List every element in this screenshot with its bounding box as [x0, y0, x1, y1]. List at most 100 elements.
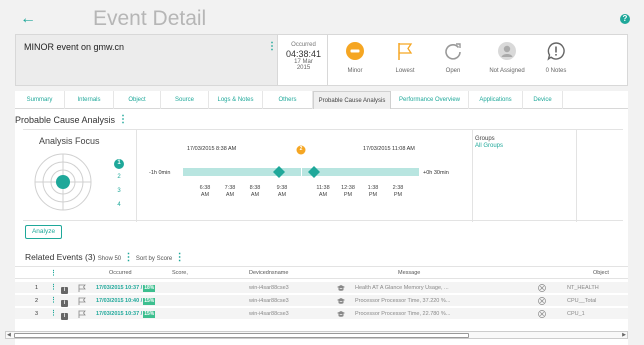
- severity-label: Minor: [347, 68, 363, 74]
- severity-stat[interactable]: Minor: [334, 35, 376, 85]
- row-message: Health AT A Glance Memory Usage, ...: [355, 285, 449, 291]
- tick-8: 2:38 PM: [392, 185, 404, 198]
- timeline-marker-count: 2: [299, 146, 303, 152]
- column-object[interactable]: Object: [593, 267, 609, 280]
- tab-device[interactable]: Device: [523, 91, 563, 109]
- column-score[interactable]: Score,: [172, 267, 188, 280]
- row-device: win-i4sar88cse3: [249, 298, 289, 304]
- table-row[interactable]: 1 ⋮ i 17/03/2015 10:37 /18% win-i4sar88c…: [15, 282, 628, 294]
- exclamation-bubble-icon: [547, 42, 565, 61]
- row-occurred[interactable]: 17/03/2015 10:37 /18%: [96, 282, 156, 294]
- timeline-start-date: 17/03/2015 8:38 AM: [187, 146, 237, 152]
- columns-menu-icon[interactable]: ⋮: [50, 267, 57, 280]
- sort-menu-icon[interactable]: ⋮: [175, 252, 185, 263]
- tab-internals[interactable]: Internals: [65, 91, 114, 109]
- level-1[interactable]: 1: [114, 160, 124, 166]
- row-message: Processor Processor Time, 22.780 %...: [355, 311, 451, 317]
- show-menu-icon[interactable]: ⋮: [124, 252, 134, 263]
- close-circle-icon[interactable]: [538, 284, 546, 292]
- column-message[interactable]: Message: [398, 267, 420, 280]
- occurred-block: Occurred 04:38:41 17 Mar 2015: [280, 35, 328, 85]
- divider: [472, 130, 473, 222]
- analysis-focus-title: Analysis Focus: [39, 136, 100, 146]
- tab-source[interactable]: Source: [161, 91, 209, 109]
- row-occurred[interactable]: 17/03/2015 10:37 /15%: [96, 308, 156, 320]
- scroll-right-icon[interactable]: ▶: [622, 332, 626, 338]
- flag-icon: [398, 43, 413, 60]
- close-circle-icon[interactable]: [538, 297, 546, 305]
- timeline-end-date: 17/03/2015 11:08 AM: [363, 146, 415, 152]
- timeline-start-handle[interactable]: [273, 166, 285, 178]
- tick-3: 8:38 AM: [249, 185, 261, 198]
- divider: [136, 130, 137, 222]
- table-row[interactable]: 3 ⋮ i 17/03/2015 10:37 /15% win-i4sar88c…: [15, 308, 628, 320]
- tab-others[interactable]: Others: [263, 91, 313, 109]
- flag-icon[interactable]: [78, 284, 86, 292]
- help-icon[interactable]: ?: [620, 14, 630, 24]
- section-menu-icon[interactable]: ⋮: [118, 114, 128, 125]
- tab-logs-notes[interactable]: Logs & Notes: [209, 91, 263, 109]
- row-menu-icon[interactable]: ⋮: [50, 308, 57, 320]
- page-title: Event Detail: [93, 7, 207, 30]
- tab-performance-overview[interactable]: Performance Overview: [391, 91, 469, 109]
- row-message: Processor Processor Time, 37.220 %...: [355, 298, 451, 304]
- timeline-end-handle[interactable]: [308, 166, 320, 178]
- close-circle-icon[interactable]: [538, 310, 546, 318]
- row-object: CPU_1: [567, 311, 585, 317]
- related-events-header: Related Events (3) Show 50 ⋮ Sort by Sco…: [25, 252, 185, 263]
- level-2[interactable]: 2: [114, 174, 124, 180]
- row-menu-icon[interactable]: ⋮: [50, 282, 57, 294]
- level-3[interactable]: 3: [114, 188, 124, 194]
- column-devicednsname[interactable]: Devicednsname: [249, 267, 288, 280]
- score-badge: 18%: [143, 285, 156, 292]
- priority-label: Lowest: [395, 68, 415, 74]
- flag-icon[interactable]: [78, 297, 86, 305]
- graduation-cap-icon: [337, 311, 345, 317]
- table-row[interactable]: 2 ⋮ i 17/03/2015 10:40 /15% win-i4sar88c…: [15, 295, 628, 307]
- probable-cause-panel: Probable Cause Analysis ⋮ Analysis Focus…: [15, 109, 628, 345]
- tab-applications[interactable]: Applications: [469, 91, 523, 109]
- timeline-left-label: -1h 0min: [149, 170, 171, 176]
- minus-circle-icon: [346, 42, 364, 60]
- table-header: ⋮ Occurred Score, Devicednsname Message …: [15, 266, 628, 279]
- horizontal-scrollbar[interactable]: ◀ ▶: [5, 331, 628, 339]
- back-arrow-icon[interactable]: ←: [20, 10, 36, 28]
- scrollbar-thumb[interactable]: [14, 333, 469, 338]
- tab-object[interactable]: Object: [114, 91, 161, 109]
- sort-by[interactable]: Sort by Score: [136, 256, 172, 262]
- info-icon[interactable]: i: [61, 310, 68, 322]
- tick-6: 12:38 PM: [341, 185, 355, 198]
- tab-summary[interactable]: Summary: [15, 91, 65, 109]
- graduation-cap-icon: [337, 285, 345, 291]
- assignee-stat[interactable]: Not Assigned: [478, 35, 536, 85]
- tab-probable-cause-analysis[interactable]: Probable Cause Analysis: [313, 91, 391, 109]
- flag-icon[interactable]: [78, 310, 86, 318]
- row-number: 3: [35, 311, 39, 317]
- section-title: Probable Cause Analysis: [15, 115, 116, 125]
- row-occurred[interactable]: 17/03/2015 10:40 /15%: [96, 295, 156, 307]
- focus-dot-icon: [56, 175, 70, 189]
- timeline-track[interactable]: [183, 164, 420, 180]
- score-badge: 15%: [143, 311, 156, 318]
- scroll-left-icon[interactable]: ◀: [7, 332, 11, 338]
- occurred-year: 2015: [296, 65, 311, 71]
- level-4[interactable]: 4: [114, 202, 124, 208]
- graduation-cap-icon: [337, 298, 345, 304]
- row-object: NT_HEALTH: [567, 285, 599, 291]
- event-detail-page: ← Event Detail ? MINOR event on gmw.cn ⋮…: [0, 0, 644, 345]
- related-events-title: Related Events (3): [25, 252, 96, 262]
- notes-label: 0 Notes: [545, 68, 567, 74]
- priority-stat[interactable]: Lowest: [383, 35, 427, 85]
- groups-link[interactable]: All Groups: [475, 143, 503, 149]
- show-count[interactable]: Show 50: [98, 256, 121, 262]
- row-menu-icon[interactable]: ⋮: [50, 295, 57, 307]
- event-name: MINOR event on gmw.cn: [24, 42, 125, 52]
- event-name-panel: MINOR event on gmw.cn ⋮: [16, 35, 278, 85]
- column-occurred[interactable]: Occurred: [109, 267, 132, 280]
- notes-stat[interactable]: 0 Notes: [536, 35, 576, 85]
- analyze-button[interactable]: Analyze: [25, 225, 62, 239]
- status-stat[interactable]: Open: [434, 35, 472, 85]
- score-badge: 15%: [143, 298, 156, 305]
- event-menu-icon[interactable]: ⋮: [267, 41, 277, 52]
- row-number: 2: [35, 298, 39, 304]
